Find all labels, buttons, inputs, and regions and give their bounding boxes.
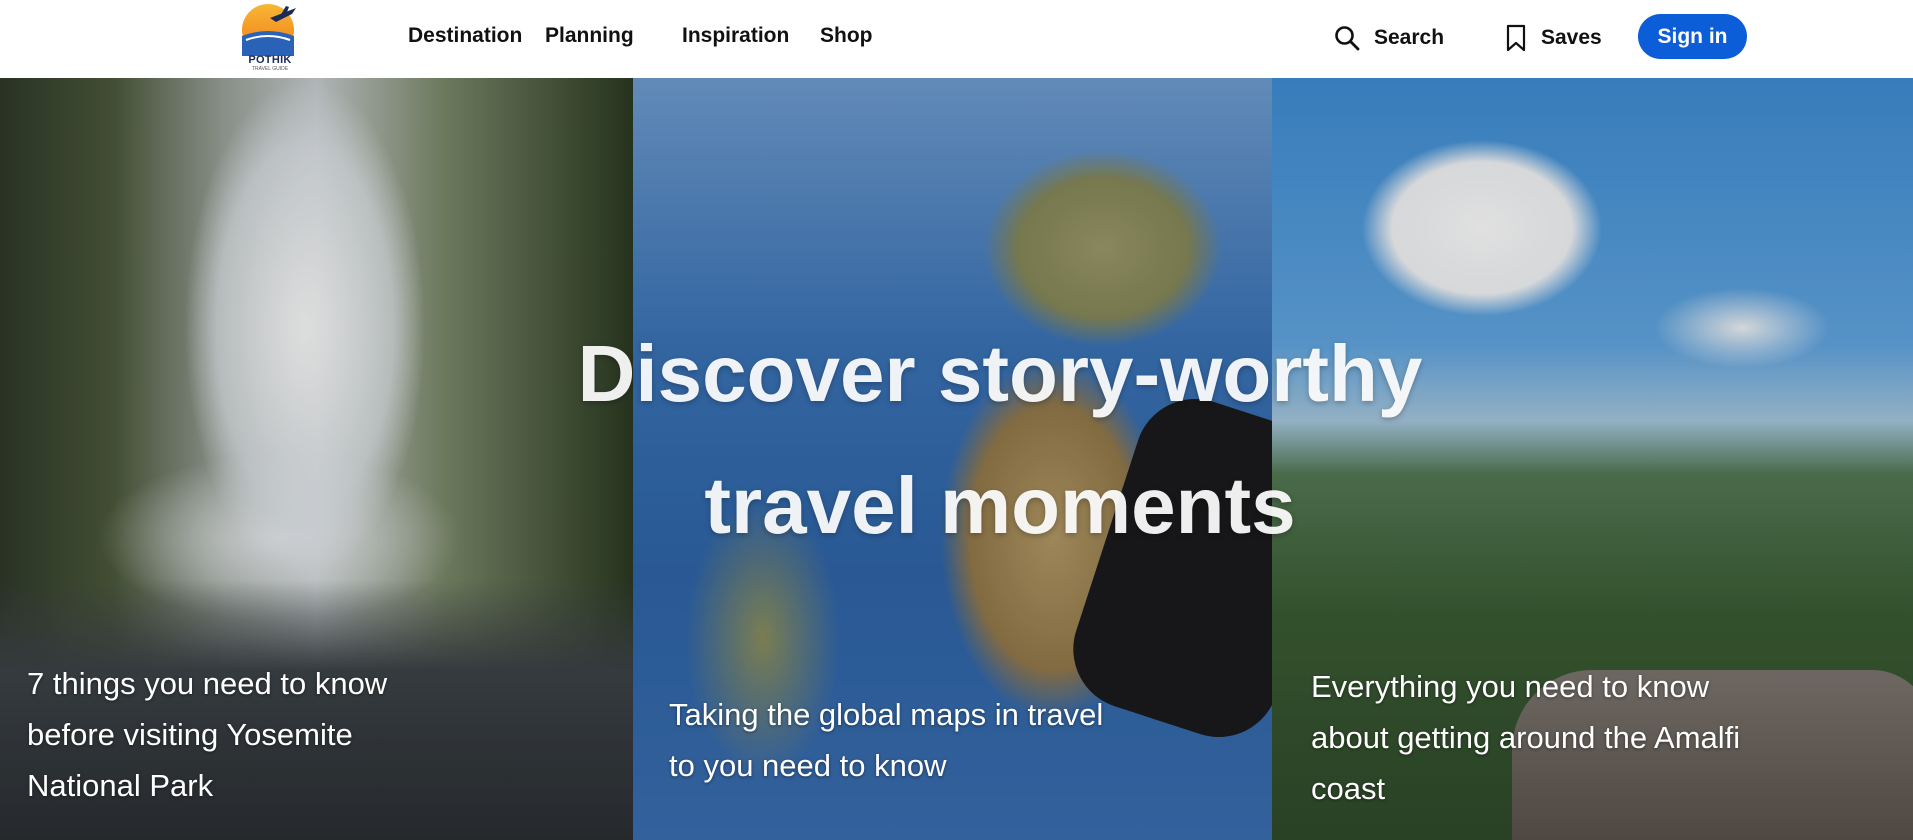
top-header: POTHIK TRAVEL GUIDE Destination Planning… <box>0 0 1913 78</box>
article-card-global-maps[interactable]: Taking the global maps in travel to you … <box>633 78 1272 840</box>
article-caption-global-maps: Taking the global maps in travel to you … <box>669 697 1104 783</box>
nav-destination[interactable]: Destination <box>408 24 522 48</box>
hero-section: 7 things you need to know before visitin… <box>0 78 1913 840</box>
saves-button[interactable]: Saves <box>1505 22 1602 54</box>
logo-tagline: TRAVEL GUIDE <box>251 66 289 72</box>
article-caption-amalfi: Everything you need to know about gettin… <box>1311 669 1741 806</box>
logo-brand-name: POTHIK <box>248 54 292 66</box>
search-label: Search <box>1374 26 1445 49</box>
logo-sun-plane-icon <box>242 4 296 56</box>
nav-shop[interactable]: Shop <box>820 24 873 48</box>
search-icon <box>1335 26 1360 51</box>
nav-inspiration[interactable]: Inspiration <box>682 24 789 48</box>
search-button[interactable]: Search <box>1334 22 1444 54</box>
article-card-amalfi[interactable]: Everything you need to know about gettin… <box>1272 78 1913 840</box>
pothik-logo[interactable]: POTHIK TRAVEL GUIDE <box>240 2 300 74</box>
nav-planning[interactable]: Planning <box>545 24 634 48</box>
saves-label: Saves <box>1541 26 1602 49</box>
article-card-yosemite[interactable]: 7 things you need to know before visitin… <box>0 78 633 840</box>
article-caption-yosemite: 7 things you need to know before visitin… <box>27 666 388 803</box>
sign-in-button[interactable]: Sign in <box>1638 14 1747 59</box>
bookmark-icon <box>1506 24 1526 52</box>
